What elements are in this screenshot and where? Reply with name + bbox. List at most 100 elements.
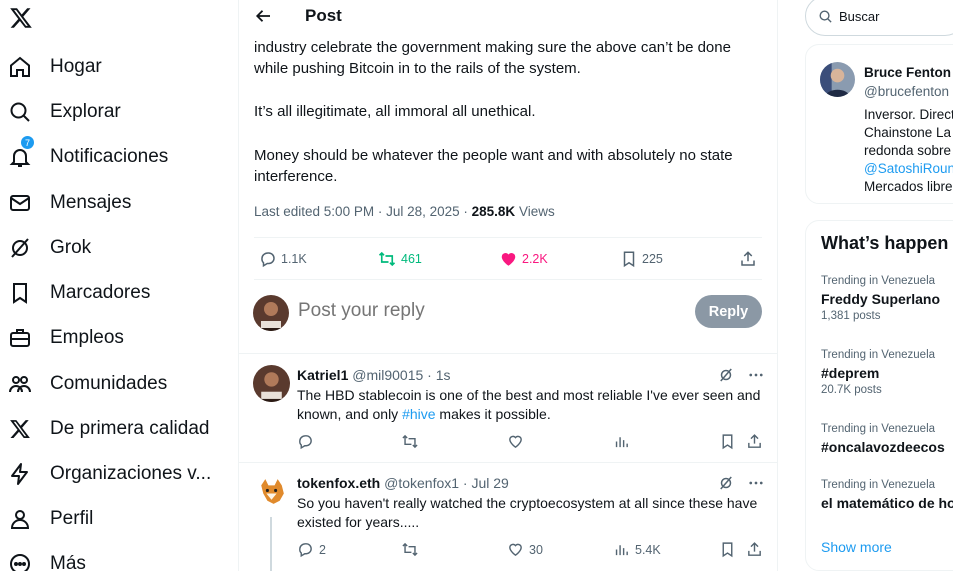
trend-count: 1,381 posts [821, 310, 881, 322]
sidebar-item-explore[interactable]: Explorar [0, 92, 236, 132]
tweet-text: So you haven't really watched the crypto… [297, 495, 758, 530]
sidebar-item-grok[interactable]: Grok [0, 228, 236, 268]
search-box[interactable] [805, 0, 953, 36]
share-action[interactable] [746, 541, 768, 558]
author-handle[interactable]: @mil90015 [352, 367, 423, 383]
trend-context: Trending in Venezuela [821, 349, 936, 361]
heart-icon [509, 543, 522, 557]
trend-item[interactable]: Trending in Venezuela el matemático de h… [821, 479, 953, 511]
like-action[interactable] [507, 433, 529, 450]
like-action[interactable]: 30 [507, 541, 543, 558]
edited-timestamp[interactable]: Last edited 5:00 PM · Jul 28, 2025 · [254, 204, 472, 219]
like-count: 30 [529, 542, 543, 557]
post-text-paragraph: industry celebrate the government making… [254, 39, 731, 77]
sidebar-item-more[interactable]: Más [0, 544, 236, 571]
lightning-icon [6, 460, 34, 488]
trend-item[interactable]: Trending in Venezuela #deprem 20.7K post… [821, 349, 953, 396]
right-sidebar: Bruce Fenton @brucefenton Inversor. Dire… [778, 0, 953, 571]
reply-count: 1.1K [281, 252, 307, 266]
sidebar-item-label: Grok [50, 237, 92, 258]
reply-action[interactable] [297, 433, 319, 450]
reply-action[interactable]: 1.1K [259, 248, 307, 270]
envelope-icon [6, 189, 34, 217]
sidebar-item-profile[interactable]: Perfil [0, 499, 236, 539]
bookmark-icon [6, 279, 34, 307]
sidebar-item-label: Notificaciones [50, 146, 169, 167]
post-header: Post [239, 0, 777, 33]
bookmark-action[interactable] [719, 541, 741, 558]
profile-mention-link[interactable]: @SatoshiRoun [864, 161, 953, 176]
sidebar-item-label: Organizaciones v... [50, 463, 212, 484]
trend-name: #deprem [821, 365, 880, 381]
views-action[interactable]: 5.4K [613, 541, 661, 558]
trend-name: Freddy Superlano [821, 291, 941, 307]
avatar[interactable] [253, 473, 290, 510]
sidebar-item-notifications[interactable]: 7 Notificaciones [0, 135, 236, 177]
tweet-time[interactable]: · 1s [423, 367, 450, 383]
trend-item[interactable]: Trending in Venezuela Freddy Superlano 1… [821, 275, 953, 322]
reply-count: 2 [319, 542, 326, 557]
reply-tweet[interactable]: tokenfox.eth @tokenfox1 · Jul 29 So you … [239, 463, 777, 571]
main-column: Post industry celebrate the government m… [238, 0, 778, 571]
trend-context: Trending in Venezuela [821, 275, 936, 287]
trends-card: What’s happen Trending in Venezuela Fred… [805, 220, 953, 571]
share-icon [748, 434, 761, 448]
avatar[interactable] [253, 365, 290, 402]
avatar[interactable] [820, 62, 855, 97]
sidebar-item-organizations[interactable]: Organizaciones v... [0, 454, 236, 494]
views-action[interactable] [613, 433, 635, 450]
author-handle[interactable]: @tokenfox1 [384, 475, 459, 491]
sidebar-item-communities[interactable]: Comunidades [0, 364, 236, 404]
tweet-actions: 2 30 5.4K [297, 541, 767, 561]
share-action[interactable] [739, 248, 761, 270]
hashtag-link[interactable]: #hive [402, 406, 435, 422]
bookmark-action[interactable] [719, 433, 741, 450]
author-name[interactable]: Katriel1 [297, 367, 348, 383]
tweet-header: tokenfox.eth @tokenfox1 · Jul 29 [297, 475, 509, 491]
avatar[interactable] [253, 295, 289, 331]
repost-icon [402, 434, 418, 449]
trend-context: Trending in Venezuela [821, 423, 936, 435]
bookmark-icon [623, 251, 635, 268]
reply-input[interactable] [298, 300, 598, 322]
repost-action[interactable]: 461 [377, 248, 422, 270]
like-action[interactable]: 2.2K [499, 248, 548, 270]
profile-name[interactable]: Bruce Fenton [864, 65, 951, 80]
share-icon [741, 251, 755, 266]
views-count: 5.4K [635, 542, 661, 557]
sidebar-item-bookmarks[interactable]: Marcadores [0, 273, 236, 313]
trend-name: el matemático de ho [821, 495, 953, 511]
sidebar-item-label: Perfil [50, 508, 94, 529]
sidebar-item-home[interactable]: Hogar [0, 47, 236, 87]
repost-action[interactable] [401, 433, 424, 450]
bookmark-action[interactable]: 225 [620, 248, 663, 270]
trend-item[interactable]: Trending in Venezuela #oncalavozdeecos [821, 423, 953, 455]
sidebar-item-label: Explorar [50, 101, 121, 122]
heart-icon [501, 253, 516, 266]
search-icon [6, 98, 34, 126]
communities-icon [6, 370, 34, 398]
reply-tweet[interactable]: Katriel1 @mil90015 · 1s The HBD stableco… [239, 355, 777, 463]
heart-icon [509, 435, 522, 449]
sidebar-item-premium[interactable]: De primera calidad [0, 409, 236, 449]
divider [254, 237, 762, 238]
sidebar-item-jobs[interactable]: Empleos [0, 318, 236, 358]
tweet-time[interactable]: · Jul 29 [459, 475, 509, 491]
home-icon [6, 53, 34, 81]
profile-card[interactable]: Bruce Fenton @brucefenton Inversor. Dire… [805, 44, 953, 204]
sidebar-item-messages[interactable]: Mensajes [0, 183, 236, 223]
profile-bio-line: Inversor. Direct [864, 107, 953, 122]
repost-action[interactable] [401, 541, 424, 558]
reply-action[interactable]: 2 [297, 541, 326, 558]
search-input[interactable] [839, 8, 953, 24]
x-logo-icon[interactable] [6, 4, 36, 32]
trend-count: 20.7K posts [821, 384, 882, 396]
share-action[interactable] [746, 433, 768, 450]
back-arrow-icon[interactable] [253, 5, 275, 27]
show-more-link[interactable]: Show more [821, 539, 892, 555]
author-name[interactable]: tokenfox.eth [297, 475, 380, 491]
profile-handle[interactable]: @brucefenton [864, 84, 949, 99]
reply-button[interactable]: Reply [695, 295, 762, 328]
trend-context: Trending in Venezuela [821, 479, 936, 491]
analytics-icon [615, 545, 628, 556]
